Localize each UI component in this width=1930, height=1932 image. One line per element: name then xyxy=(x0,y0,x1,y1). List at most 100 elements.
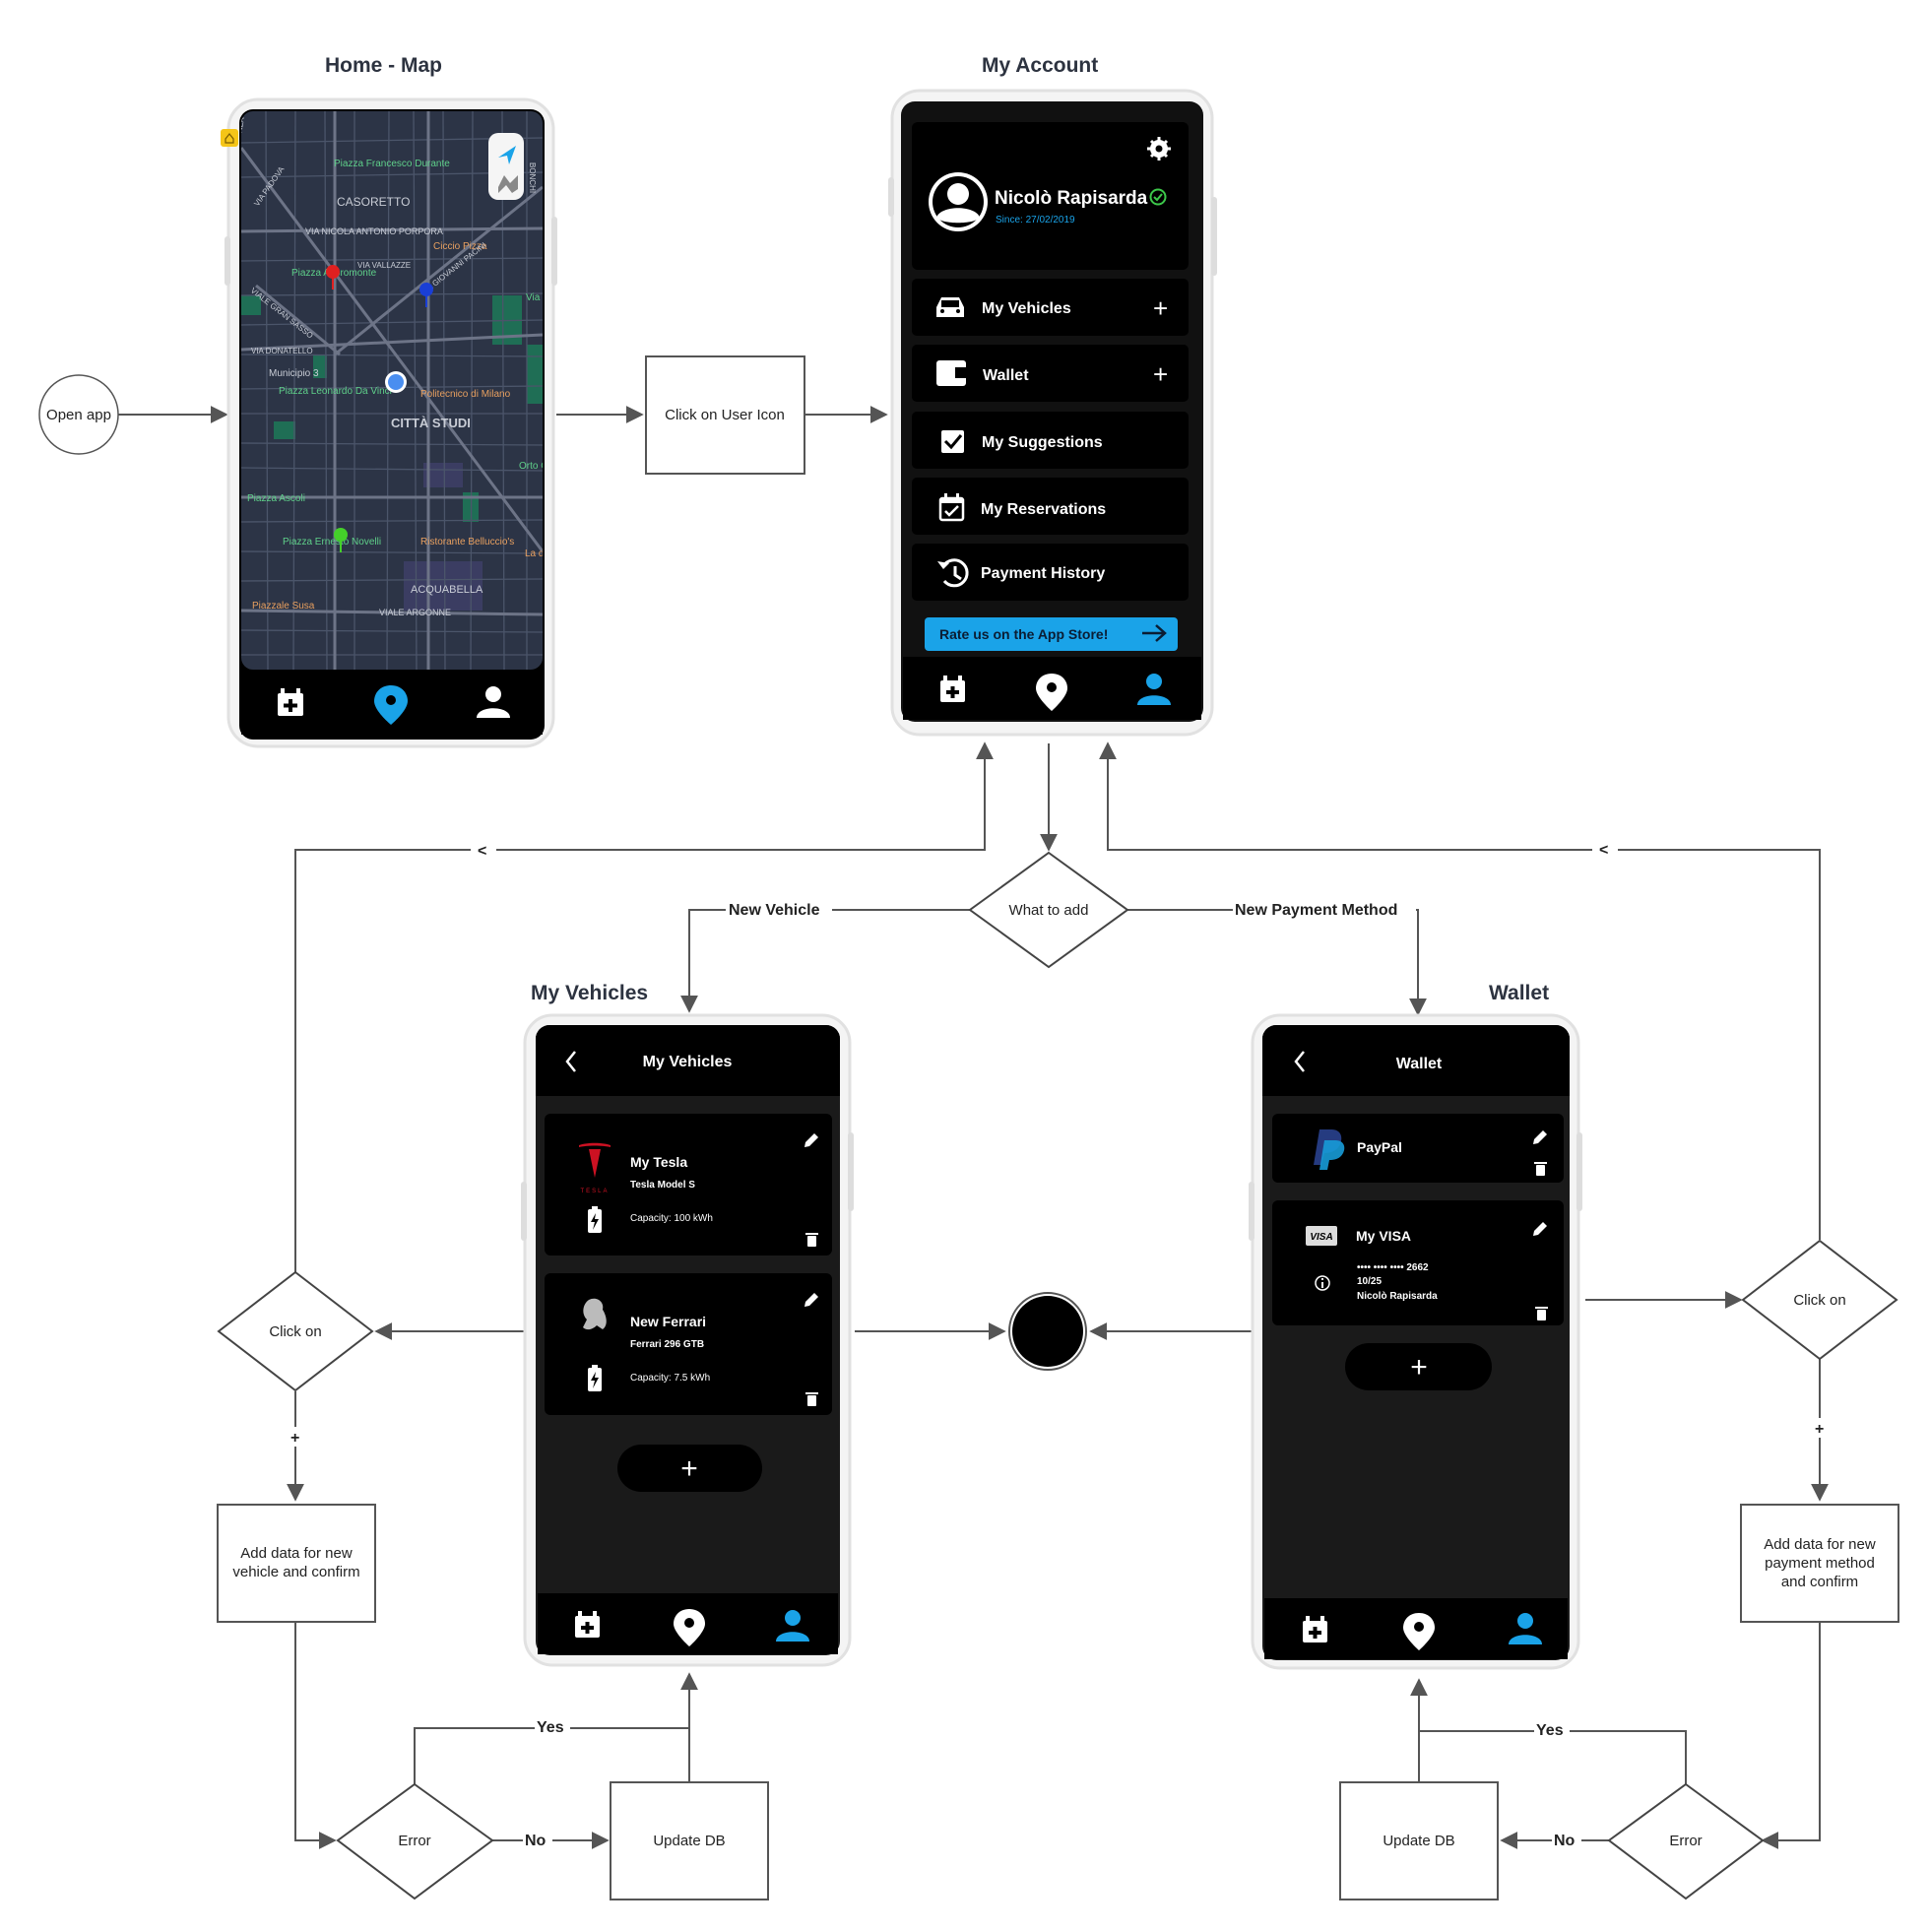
yes-label-left: Yes xyxy=(537,1719,564,1736)
add-wallet-plus[interactable]: + xyxy=(1153,359,1168,389)
map-label: Politecnico di Milano xyxy=(420,389,511,400)
svg-text:Update DB: Update DB xyxy=(653,1833,725,1849)
checkbox-icon xyxy=(941,430,964,453)
menu-label: Wallet xyxy=(983,367,1029,384)
payment-card-paypal[interactable]: PayPal xyxy=(1272,1114,1564,1183)
battery-charging-icon xyxy=(588,1206,602,1233)
svg-text:+: + xyxy=(680,1452,698,1485)
svg-text:+: + xyxy=(1410,1351,1428,1384)
map-view[interactable]: CASORETTO Piazza Francesco Durante VIA N… xyxy=(232,111,574,670)
svg-text:Open app: Open app xyxy=(46,407,111,423)
click-user-icon-node: Click on User Icon xyxy=(645,355,805,475)
add-payment-data-node: Add data for new payment method and conf… xyxy=(1740,1504,1899,1623)
new-payment-method-label: New Payment Method xyxy=(1235,902,1397,919)
vehicle-model: Tesla Model S xyxy=(630,1180,695,1191)
payment-card-visa[interactable]: VISA My VISA •••• •••• •••• 2662 10/25 N… xyxy=(1272,1200,1564,1325)
map-label: Piazza Ascoli xyxy=(247,493,305,504)
add-vehicle-button[interactable]: + xyxy=(617,1445,762,1492)
svg-text:and confirm: and confirm xyxy=(1781,1574,1858,1590)
menu-label: My Vehicles xyxy=(982,300,1071,317)
payment-name: My VISA xyxy=(1356,1228,1411,1244)
phone-my-vehicles: My Vehicles TESLA My Tesla Tesla Model S… xyxy=(521,1013,854,1667)
map-label: VIA VALLAZZE xyxy=(357,261,411,270)
error-decision-right: Error xyxy=(1607,1782,1765,1900)
current-location-icon xyxy=(385,371,407,393)
vehicle-capacity: Capacity: 100 kWh xyxy=(630,1213,713,1224)
add-payment-button[interactable]: + xyxy=(1345,1343,1492,1390)
menu-label: My Suggestions xyxy=(982,434,1103,451)
avatar[interactable] xyxy=(929,172,988,231)
map-label: VIA DONATELLO xyxy=(251,347,313,355)
map-label: Municipio 3 xyxy=(269,368,319,379)
car-icon xyxy=(936,297,964,317)
menu-item-wallet[interactable]: Wallet + xyxy=(912,345,1189,402)
what-to-add-decision: What to add xyxy=(968,851,1129,969)
menu-item-payment-history[interactable]: Payment History xyxy=(912,544,1189,601)
vehicle-name: My Tesla xyxy=(630,1154,687,1170)
end-node xyxy=(1008,1292,1087,1371)
phone-home-map: CASORETTO Piazza Francesco Durante VIA N… xyxy=(221,97,574,748)
vehicle-model: Ferrari 296 GTB xyxy=(630,1339,704,1350)
plus-label-right: + xyxy=(1815,1421,1824,1438)
svg-text:vehicle and confirm: vehicle and confirm xyxy=(232,1564,359,1580)
wallet-icon xyxy=(936,360,966,386)
error-decision-left: Error xyxy=(336,1782,494,1900)
svg-text:Click on User Icon: Click on User Icon xyxy=(665,407,785,423)
map-label: Ristorante Belluccio's xyxy=(420,537,514,547)
map-label: ACQUABELLA xyxy=(411,584,483,596)
svg-text:payment method: payment method xyxy=(1765,1555,1875,1572)
svg-text:Error: Error xyxy=(1669,1833,1702,1849)
open-app-node: Open app xyxy=(38,374,119,455)
update-db-node-right: Update DB xyxy=(1339,1781,1499,1900)
new-vehicle-label: New Vehicle xyxy=(729,902,820,919)
svg-text:Add data for new: Add data for new xyxy=(1764,1536,1876,1553)
update-db-node-left: Update DB xyxy=(610,1781,769,1900)
svg-text:Click on: Click on xyxy=(1793,1292,1845,1309)
map-label: CASORETTO xyxy=(337,195,410,209)
vehicle-card-tesla[interactable]: TESLA My Tesla Tesla Model S Capacity: 1… xyxy=(545,1114,832,1256)
map-label: Orto Città xyxy=(519,461,561,472)
plus-label-left: + xyxy=(290,1430,299,1447)
member-since: Since: 27/02/2019 xyxy=(996,215,1075,225)
svg-text:What to add: What to add xyxy=(1009,902,1089,919)
svg-text:VISA: VISA xyxy=(1310,1232,1332,1243)
click-on-decision-left: Click on xyxy=(217,1270,374,1392)
back-label-right: < xyxy=(1599,842,1608,859)
card-holder: Nicolò Rapisarda xyxy=(1357,1291,1438,1302)
menu-item-my-reservations[interactable]: My Reservations xyxy=(912,478,1189,535)
battery-charging-icon xyxy=(588,1365,602,1391)
map-label: VIALE ARGONNE xyxy=(379,608,451,617)
back-label-left: < xyxy=(478,843,486,860)
card-expiry: 10/25 xyxy=(1357,1276,1382,1287)
map-label: Piazza Francesco Durante xyxy=(334,159,450,169)
map-label: Piazza Leonardo Da Vinci xyxy=(279,386,392,397)
map-label: CITTÀ STUDI xyxy=(391,416,471,430)
map-label: Piazza Ernesto Novelli xyxy=(283,537,381,547)
vehicle-name: New Ferrari xyxy=(630,1314,706,1329)
svg-text:Error: Error xyxy=(398,1833,430,1849)
menu-label: Payment History xyxy=(981,565,1105,582)
add-vehicle-plus[interactable]: + xyxy=(1153,293,1168,323)
svg-text:Click on: Click on xyxy=(269,1323,321,1340)
visa-logo-icon: VISA xyxy=(1306,1226,1337,1246)
map-label: Piazzale Susa xyxy=(252,601,315,612)
no-label-right: No xyxy=(1554,1833,1576,1849)
menu-label: My Reservations xyxy=(981,501,1106,518)
click-on-decision-right: Click on xyxy=(1741,1239,1898,1361)
svg-text:Update DB: Update DB xyxy=(1383,1833,1454,1849)
rate-app-button[interactable]: Rate us on the App Store! xyxy=(925,617,1178,651)
header-title: My Vehicles xyxy=(643,1054,733,1070)
vehicle-card-ferrari[interactable]: New Ferrari Ferrari 296 GTB Capacity: 7.… xyxy=(545,1273,832,1415)
map-label: BONCHI xyxy=(528,162,537,193)
user-name: Nicolò Rapisarda xyxy=(995,188,1148,209)
map-label: VIA NICOLA ANTONIO PORPORA xyxy=(305,226,443,236)
phone-wallet: Wallet PayPal VISA My VISA •••• •••• •••… xyxy=(1249,1013,1582,1670)
yes-label-right: Yes xyxy=(1536,1722,1564,1739)
add-vehicle-data-node: Add data for new vehicle and confirm xyxy=(217,1504,376,1623)
menu-item-my-suggestions[interactable]: My Suggestions xyxy=(912,412,1189,469)
payment-name: PayPal xyxy=(1357,1139,1402,1155)
no-label-left: No xyxy=(525,1833,547,1849)
menu-item-my-vehicles[interactable]: My Vehicles + xyxy=(912,279,1189,336)
rate-app-label: Rate us on the App Store! xyxy=(939,626,1108,642)
tesla-wordmark: TESLA xyxy=(580,1189,609,1194)
